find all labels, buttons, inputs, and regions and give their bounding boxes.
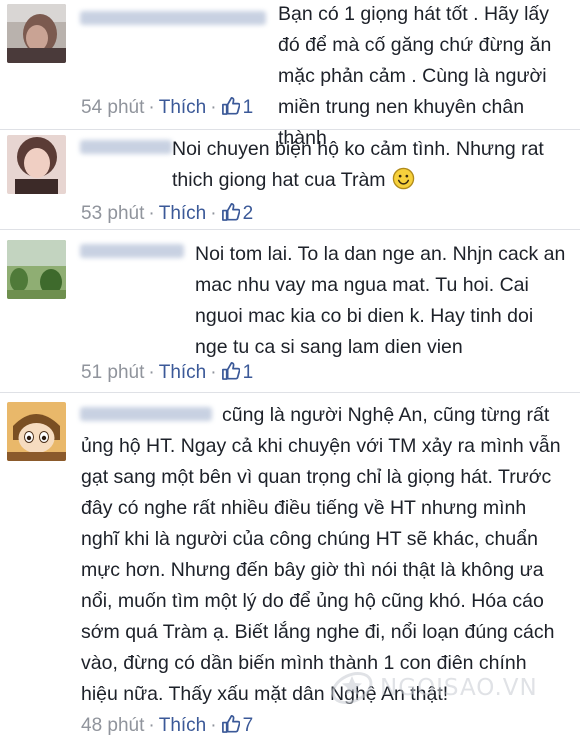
- separator-dot: ·: [210, 715, 217, 736]
- separator-dot: ·: [148, 362, 155, 383]
- comment-time[interactable]: 48 phút: [81, 715, 144, 736]
- like-button[interactable]: Thích: [159, 97, 207, 118]
- avatar[interactable]: [7, 135, 66, 194]
- avatar-image: [7, 402, 66, 461]
- like-button[interactable]: Thích: [159, 362, 207, 383]
- avatar[interactable]: [7, 240, 66, 299]
- comment-text: Noi chuyen biện hộ ko cảm tình. Nhưng ra…: [172, 134, 567, 200]
- comment-meta: 54 phút · Thích · 1: [81, 96, 253, 118]
- avatar[interactable]: [7, 402, 66, 461]
- comment-meta: 48 phút · Thích · 7: [81, 714, 253, 736]
- separator-dot: ·: [210, 203, 217, 224]
- like-count-button[interactable]: 2: [221, 202, 254, 224]
- thumbs-up-icon: [221, 361, 240, 380]
- comment-item: Noi chuyen biện hộ ko cảm tình. Nhưng ra…: [0, 130, 580, 230]
- watermark-text: NGOISAO.VN: [380, 675, 538, 701]
- comment-text: Noi tom lai. To la dan nge an. Nhjn cack…: [195, 243, 566, 358]
- like-count: 2: [242, 203, 254, 224]
- separator-dot: ·: [210, 362, 217, 383]
- comment-meta: 51 phút · Thích · 1: [81, 361, 253, 383]
- comment-text-content: Noi chuyen biện hộ ko cảm tình. Nhưng ra…: [172, 138, 544, 191]
- like-count-button[interactable]: 1: [221, 96, 254, 118]
- separator-dot: ·: [148, 97, 155, 118]
- watermark: NGOISAO.VN: [328, 668, 568, 708]
- like-count-button[interactable]: 1: [221, 361, 254, 383]
- avatar-image: [7, 240, 66, 299]
- commenter-name-redacted[interactable]: [80, 140, 172, 154]
- thumbs-up-icon: [221, 96, 240, 115]
- smiley-icon: [392, 167, 415, 200]
- like-count: 1: [242, 97, 254, 118]
- separator-dot: ·: [210, 97, 217, 118]
- commenter-name-redacted[interactable]: [80, 11, 266, 25]
- comment-item: Noi tom lai. To la dan nge an. Nhjn cack…: [0, 230, 580, 393]
- separator-dot: ·: [148, 715, 155, 736]
- ngoisao-logo-icon: [331, 671, 373, 705]
- like-button[interactable]: Thích: [159, 203, 207, 224]
- thumbs-up-icon: [221, 714, 240, 733]
- like-button[interactable]: Thích: [159, 715, 207, 736]
- avatar-image: [7, 135, 66, 194]
- avatar[interactable]: [7, 4, 66, 63]
- like-count: 1: [242, 362, 254, 383]
- thumbs-up-icon: [221, 202, 240, 221]
- avatar-image: [7, 4, 66, 63]
- comment-feed: Bạn có 1 giọng hát tốt . Hãy lấy đó để m…: [0, 0, 580, 744]
- comment-item: Bạn có 1 giọng hát tốt . Hãy lấy đó để m…: [0, 0, 580, 149]
- comment-meta: 53 phút · Thích · 2: [81, 202, 253, 224]
- comment-text: cũng là người Nghệ An, cũng từng rất ủng…: [81, 404, 561, 705]
- like-count-button[interactable]: 7: [221, 714, 254, 736]
- like-count: 7: [242, 715, 254, 736]
- separator-dot: ·: [148, 203, 155, 224]
- comment-time[interactable]: 54 phút: [81, 97, 144, 118]
- comment-time[interactable]: 51 phút: [81, 362, 144, 383]
- commenter-name-redacted[interactable]: [80, 244, 184, 258]
- comment-time[interactable]: 53 phút: [81, 203, 144, 224]
